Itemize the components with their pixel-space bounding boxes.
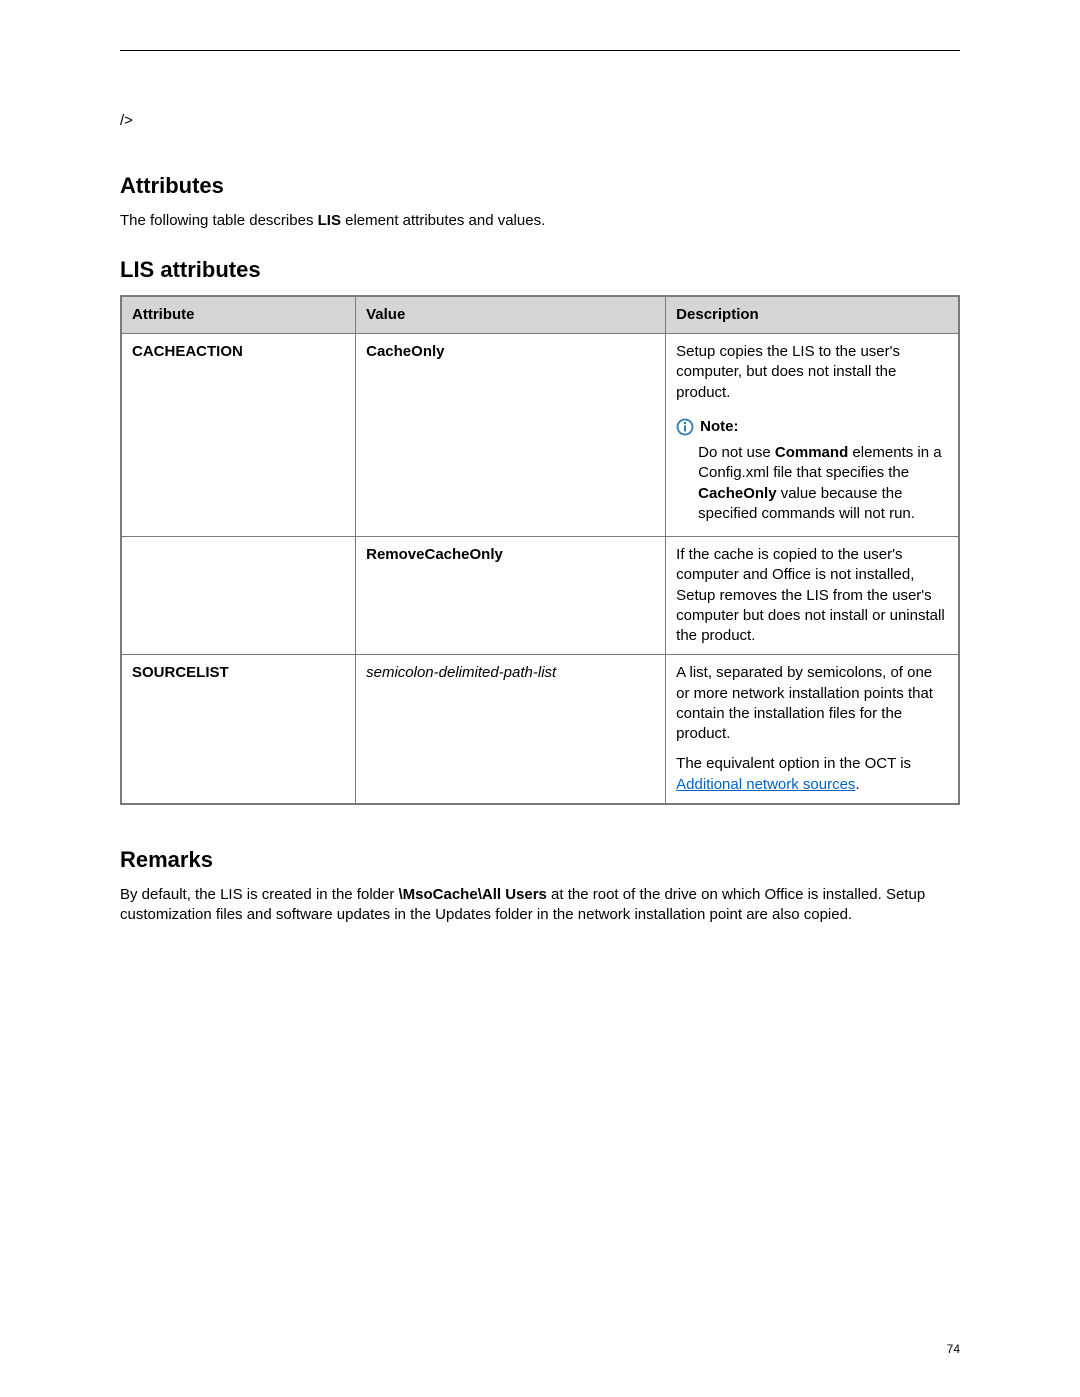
info-icon — [676, 418, 694, 436]
attr-cacheaction: CACHEACTION — [132, 343, 243, 360]
desc-main: Setup copies the LIS to the user's compu… — [676, 342, 948, 403]
table-row: SOURCELIST semicolon-delimited-path-list… — [121, 655, 959, 804]
desc-p2a: The equivalent option in the OCT is — [676, 755, 911, 772]
desc-p1: A list, separated by semicolons, of one … — [676, 663, 948, 744]
cell-val-pathlist: semicolon-delimited-path-list — [356, 655, 666, 804]
cell-desc-removecacheonly: If the cache is copied to the user's com… — [666, 537, 959, 655]
attributes-heading: Attributes — [120, 171, 960, 201]
note-label: Note: — [700, 417, 738, 437]
cell-desc-sourcelist: A list, separated by semicolons, of one … — [666, 655, 959, 804]
cell-desc-cacheonly: Setup copies the LIS to the user's compu… — [666, 334, 959, 537]
remarks-paragraph: By default, the LIS is created in the fo… — [120, 885, 960, 926]
th-attribute: Attribute — [121, 296, 356, 334]
note-line: Note: — [676, 417, 948, 437]
additional-network-sources-link[interactable]: Additional network sources — [676, 776, 855, 793]
cell-val-cacheonly: CacheOnly — [356, 334, 666, 537]
val-pathlist: semicolon-delimited-path-list — [366, 664, 556, 681]
table-header-row: Attribute Value Description — [121, 296, 959, 334]
val-cacheonly: CacheOnly — [366, 343, 444, 360]
table-row: CACHEACTION CacheOnly Setup copies the L… — [121, 334, 959, 537]
cell-attr-cacheaction: CACHEACTION — [121, 334, 356, 537]
intro-bold: LIS — [318, 212, 341, 229]
page: /> Attributes The following table descri… — [0, 0, 1080, 1397]
remarks-bold: \MsoCache\All Users — [399, 886, 547, 903]
th-description: Description — [666, 296, 959, 334]
top-rule — [120, 50, 960, 51]
page-number: 74 — [947, 1341, 960, 1357]
attr-sourcelist: SOURCELIST — [132, 664, 229, 681]
cell-attr-sourcelist: SOURCELIST — [121, 655, 356, 804]
intro-post: element attributes and values. — [341, 212, 545, 229]
lis-attributes-table: Attribute Value Description CACHEACTION … — [120, 295, 960, 805]
desc-p2: The equivalent option in the OCT is Addi… — [676, 754, 948, 795]
lis-attributes-heading: LIS attributes — [120, 255, 960, 285]
remarks-heading: Remarks — [120, 845, 960, 875]
note-p1d: CacheOnly — [698, 485, 776, 502]
cell-val-removecacheonly: RemoveCacheOnly — [356, 537, 666, 655]
note-p1a: Do not use — [698, 444, 775, 461]
remarks-pa: By default, the LIS is created in the fo… — [120, 886, 399, 903]
attributes-intro: The following table describes LIS elemen… — [120, 211, 960, 231]
th-value: Value — [356, 296, 666, 334]
code-fragment: /> — [120, 111, 960, 131]
intro-pre: The following table describes — [120, 212, 318, 229]
note-body: Do not use Command elements in a Config.… — [698, 443, 948, 524]
table-row: RemoveCacheOnly If the cache is copied t… — [121, 537, 959, 655]
note-p1b: Command — [775, 444, 848, 461]
desc-p2b: . — [855, 776, 859, 793]
cell-attr-empty — [121, 537, 356, 655]
val-removecacheonly: RemoveCacheOnly — [366, 546, 503, 563]
